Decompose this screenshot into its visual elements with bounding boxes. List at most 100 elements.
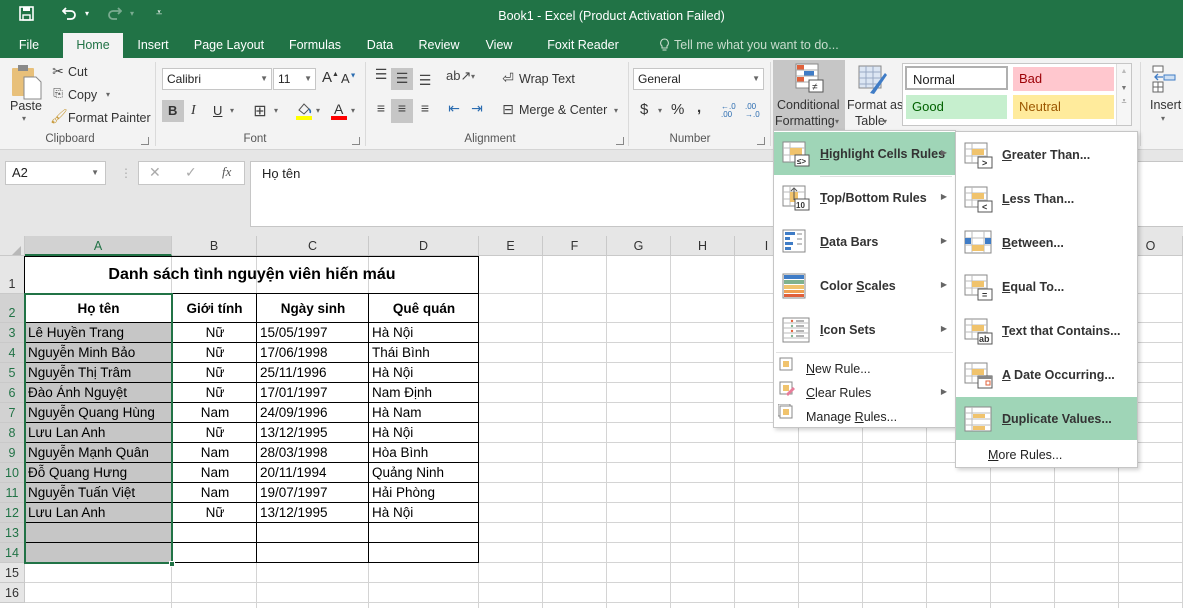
tab-data[interactable]: Data — [362, 33, 398, 58]
font-dialog-launcher[interactable] — [352, 137, 360, 145]
menu-item-more-rules[interactable]: More Rules... — [956, 442, 1137, 468]
align-center-icon[interactable]: ≡ — [393, 100, 411, 116]
submenu-arrow-icon: ▶ — [940, 279, 947, 289]
tab-view[interactable]: View — [480, 33, 518, 58]
menu-item-icon-sets[interactable]: Icon Sets ▶ — [774, 308, 955, 351]
format-as-table-dropdown-icon[interactable]: ▾ — [883, 117, 887, 126]
formula-bar-grip-icon[interactable]: ⋮ — [120, 166, 132, 180]
number-dialog-launcher[interactable] — [757, 137, 765, 145]
align-bottom-icon[interactable]: ☰ — [416, 72, 434, 89]
style-good[interactable]: Good — [906, 95, 1007, 119]
orientation-icon[interactable]: ab↗ — [446, 68, 471, 84]
menu-item-new-rule[interactable]: New Rule... — [774, 357, 955, 381]
menu-item-a-date-occurring[interactable]: A Date Occurring... — [956, 353, 1137, 396]
merge-center-button[interactable]: Merge & Center — [519, 103, 607, 117]
increase-indent-icon[interactable]: ⇥ — [468, 100, 486, 117]
orientation-dropdown-icon[interactable]: ▾ — [471, 72, 475, 81]
access-key: B — [1002, 235, 1012, 250]
enter-icon[interactable]: ✓ — [185, 164, 197, 181]
format-as-table-button[interactable]: Format as — [847, 98, 903, 112]
copy-dropdown-icon[interactable]: ▾ — [106, 90, 110, 99]
style-neutral[interactable]: Neutral — [1013, 95, 1114, 119]
font-color-icon[interactable]: A — [331, 101, 347, 121]
underline-dropdown-icon[interactable]: ▾ — [230, 106, 234, 115]
align-middle-icon[interactable]: ☰ — [393, 70, 411, 87]
format-as-table-button-line2[interactable]: Table — [855, 114, 885, 128]
alignment-dialog-launcher[interactable] — [616, 137, 624, 145]
gallery-more-icon[interactable]: ⩡ — [1117, 96, 1131, 107]
name-box-value: A2 — [12, 165, 28, 180]
paste-icon[interactable] — [10, 63, 44, 101]
menu-item-top-bottom-rules[interactable]: 10 Top/Bottom Rules ▶ — [774, 176, 955, 219]
menu-item-equal-to[interactable]: = Equal To... — [956, 265, 1137, 308]
bold-button[interactable]: B — [168, 103, 177, 118]
align-top-icon[interactable]: ☰ — [372, 66, 390, 83]
styles-gallery-scrollbar[interactable]: ▲ ▼ ⩡ — [1116, 64, 1131, 125]
insert-function-icon[interactable]: fx — [222, 164, 231, 180]
menu-item-clear-rules[interactable]: Clear Rules ▶ — [774, 381, 955, 405]
tell-me-search[interactable]: Tell me what you want to do... — [674, 33, 840, 58]
currency-button[interactable]: $ — [640, 101, 648, 118]
insert-button[interactable]: Insert — [1150, 98, 1181, 112]
italic-button[interactable]: I — [191, 103, 196, 119]
menu-item-highlight-cells-rules[interactable]: ≤> Highlight Cells Rules ▶ — [774, 132, 955, 175]
menu-item-duplicate-values[interactable]: Duplicate Values... — [956, 397, 1137, 440]
name-box[interactable]: A2 ▼ — [5, 161, 106, 185]
tab-file[interactable]: File — [8, 33, 50, 58]
between-icon — [964, 230, 992, 256]
tab-insert[interactable]: Insert — [132, 33, 174, 58]
cut-button[interactable]: Cut — [68, 65, 87, 79]
comma-style-button[interactable]: , — [697, 99, 701, 116]
decrease-indent-icon[interactable]: ⇤ — [445, 100, 463, 117]
more-rules-icon — [960, 442, 988, 468]
scroll-down-icon[interactable]: ▼ — [1117, 85, 1131, 92]
menu-item-between[interactable]: Between... — [956, 221, 1137, 264]
fill-color-icon[interactable] — [296, 101, 312, 121]
cancel-icon[interactable]: ✕ — [149, 164, 161, 181]
align-left-icon[interactable]: ≡ — [372, 100, 390, 116]
tab-formulas[interactable]: Formulas — [283, 33, 347, 58]
increase-decimal-icon[interactable]: ←.0.00 — [721, 103, 739, 119]
menu-item-less-than[interactable]: < Less Than... — [956, 177, 1137, 220]
menu-item-greater-than[interactable]: > Greater Than... — [956, 133, 1137, 176]
conditional-formatting-button-line2[interactable]: Formatting — [775, 114, 835, 128]
menu-item-color-scales[interactable]: Color Scales ▶ — [774, 264, 955, 307]
tab-review[interactable]: Review — [414, 33, 464, 58]
scroll-up-icon[interactable]: ▲ — [1117, 68, 1131, 75]
currency-dropdown-icon[interactable]: ▾ — [658, 106, 662, 115]
clipboard-dialog-launcher[interactable] — [141, 137, 149, 145]
format-painter-button[interactable]: Format Painter — [68, 111, 151, 125]
align-right-icon[interactable]: ≡ — [416, 100, 434, 116]
menu-item-manage-rules[interactable]: Manage Rules... — [774, 403, 955, 429]
tab-page-layout[interactable]: Page Layout — [190, 33, 268, 58]
conditional-formatting-dropdown-icon[interactable]: ▾ — [835, 117, 839, 126]
font-size-combo[interactable]: 11 ▼ — [273, 68, 316, 90]
copy-button[interactable]: Copy — [68, 88, 97, 102]
label-text: ata Bars — [829, 234, 879, 249]
number-format-combo[interactable]: General ▼ — [633, 68, 764, 90]
insert-dropdown-icon[interactable]: ▾ — [1161, 114, 1165, 123]
chevron-down-icon[interactable]: ▼ — [91, 162, 99, 184]
tab-home[interactable]: Home — [63, 33, 123, 58]
decrease-decimal-icon[interactable]: .00 →.0 — [745, 103, 763, 119]
font-name-combo[interactable]: Calibri ▼ — [162, 68, 272, 90]
paste-button[interactable]: Paste — [10, 99, 42, 113]
underline-button[interactable]: U — [213, 103, 222, 118]
tab-foxit-reader-pdf[interactable]: Foxit Reader PDF — [534, 33, 632, 76]
decrease-font-size-icon[interactable]: A▼ — [341, 71, 357, 86]
borders-icon[interactable]: ⊞ — [251, 101, 269, 121]
conditional-formatting-button[interactable]: Conditional — [777, 98, 840, 112]
menu-item-data-bars[interactable]: Data Bars ▶ — [774, 220, 955, 263]
style-normal[interactable]: Normal — [905, 66, 1008, 90]
fill-color-dropdown-icon[interactable]: ▾ — [316, 106, 320, 115]
font-color-dropdown-icon[interactable]: ▾ — [351, 106, 355, 115]
increase-font-size-icon[interactable]: A▲ — [322, 69, 339, 86]
label-text: Color — [820, 278, 857, 293]
borders-dropdown-icon[interactable]: ▾ — [274, 106, 278, 115]
menu-item-text-that-contains[interactable]: ab Text that Contains... — [956, 309, 1137, 352]
wrap-text-button[interactable]: Wrap Text — [519, 72, 575, 86]
percent-button[interactable]: % — [671, 101, 684, 118]
paste-dropdown-icon[interactable]: ▾ — [22, 114, 26, 123]
merge-dropdown-icon[interactable]: ▾ — [614, 106, 618, 115]
style-bad[interactable]: Bad — [1013, 67, 1114, 91]
